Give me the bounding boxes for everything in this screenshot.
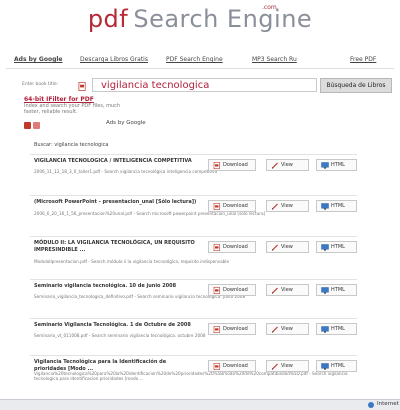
- view-button[interactable]: View: [266, 159, 309, 171]
- html-button[interactable]: HTML: [316, 241, 357, 253]
- view-button-label: View: [281, 244, 293, 250]
- monitor-icon: [321, 326, 329, 333]
- view-button-label: View: [281, 287, 293, 293]
- pdf-icon: [213, 287, 220, 294]
- ad-next-icon[interactable]: [33, 122, 40, 129]
- monitor-icon: [321, 203, 329, 210]
- result-meta[interactable]: Vigilancia%20tecnologica%20para%20la%20i…: [34, 371, 354, 381]
- status-text: Internet: [377, 401, 399, 407]
- result-title[interactable]: (Microsoft PowerPoint - presentacion_una…: [34, 199, 198, 206]
- html-button-label: HTML: [331, 326, 345, 332]
- nav-descarga-libros[interactable]: Descarga Libros Gratis: [80, 56, 148, 63]
- view-button[interactable]: View: [266, 360, 309, 372]
- download-button[interactable]: Download: [208, 284, 256, 296]
- ads-by-google-label[interactable]: Ads by Google: [106, 120, 146, 126]
- search-bar: Enter book title: vigilancia tecnologica…: [14, 78, 392, 94]
- pdf-icon: [213, 162, 220, 169]
- html-button[interactable]: HTML: [316, 159, 357, 171]
- result-title[interactable]: VIGILANCIA TECNOLOGICA / INTELIGENCIA CO…: [34, 158, 198, 165]
- logo-com-text: .com: [262, 4, 277, 11]
- nav-free-pdf[interactable]: Free PDF: [350, 56, 376, 63]
- pencil-icon: [271, 244, 278, 251]
- ad-block: 64-bit IFilter for PDF Index and search …: [24, 96, 174, 115]
- search-query-label: Buscar: vigilancia tecnologica: [34, 142, 109, 148]
- html-button-label: HTML: [331, 287, 345, 293]
- pencil-icon: [271, 287, 278, 294]
- pdf-icon: [213, 244, 220, 251]
- search-label: Enter book title:: [22, 82, 59, 87]
- view-button-label: View: [281, 162, 293, 168]
- download-button[interactable]: Download: [208, 323, 256, 335]
- html-button-label: HTML: [331, 203, 345, 209]
- html-button-label: HTML: [331, 363, 345, 369]
- view-button-label: View: [281, 363, 293, 369]
- download-button-label: Download: [223, 244, 248, 250]
- monitor-icon: [321, 287, 329, 294]
- pdf-icon: [213, 203, 220, 210]
- ad-prev-icon[interactable]: [24, 122, 31, 129]
- nav-mp3-search[interactable]: MP3 Search Ru: [252, 56, 297, 63]
- view-button[interactable]: View: [266, 323, 309, 335]
- result-item: Vigilancia Tecnológica para la Identific…: [30, 355, 357, 397]
- pencil-icon: [271, 162, 278, 169]
- download-button[interactable]: Download: [208, 200, 256, 212]
- top-nav: Ads by Google Descarga Libros Gratis PDF…: [6, 54, 394, 69]
- pdf-icon: [213, 363, 220, 370]
- result-title[interactable]: MÓDULO II: LA VIGILANCIA TECNOLÓGICA, UN…: [34, 240, 198, 253]
- pencil-icon: [271, 326, 278, 333]
- download-button-label: Download: [223, 326, 248, 332]
- logo-pdf-text: pdf: [87, 5, 129, 33]
- download-button[interactable]: Download: [208, 360, 256, 372]
- pdf-icon: [213, 326, 220, 333]
- pencil-icon: [271, 203, 278, 210]
- result-item: Seminario vigilancia tecnológica. 10 de …: [30, 279, 357, 321]
- view-button[interactable]: View: [266, 284, 309, 296]
- html-button[interactable]: HTML: [316, 284, 357, 296]
- html-button[interactable]: HTML: [316, 200, 357, 212]
- ad-icons: [24, 122, 54, 130]
- download-button-label: Download: [223, 287, 248, 293]
- nav-ads-by-google[interactable]: Ads by Google: [14, 56, 62, 63]
- view-button-label: View: [281, 203, 293, 209]
- view-button-label: View: [281, 326, 293, 332]
- html-button-label: HTML: [331, 162, 345, 168]
- download-button-label: Download: [223, 363, 248, 369]
- download-button-label: Download: [223, 162, 248, 168]
- search-input[interactable]: vigilancia tecnologica: [92, 78, 317, 92]
- html-button[interactable]: HTML: [316, 360, 357, 372]
- result-item: MÓDULO II: LA VIGILANCIA TECNOLÓGICA, UN…: [30, 236, 357, 278]
- download-button[interactable]: Download: [208, 241, 256, 253]
- monitor-icon: [321, 244, 329, 251]
- monitor-icon: [321, 363, 329, 370]
- pencil-icon: [271, 363, 278, 370]
- html-button[interactable]: HTML: [316, 323, 357, 335]
- result-title[interactable]: Seminario vigilancia tecnológica. 10 de …: [34, 283, 198, 290]
- view-button[interactable]: View: [266, 241, 309, 253]
- view-button[interactable]: View: [266, 200, 309, 212]
- result-meta[interactable]: ModuloIIpresentacion.pdf - Search módulo…: [34, 259, 229, 264]
- download-button[interactable]: Download: [208, 159, 256, 171]
- download-button-label: Download: [223, 203, 248, 209]
- internet-zone-icon: [368, 402, 374, 408]
- result-item: (Microsoft PowerPoint - presentacion_una…: [30, 195, 357, 237]
- search-books-button[interactable]: Búsqueda de Libros: [320, 78, 392, 93]
- pdf-icon: [78, 82, 86, 91]
- result-meta[interactable]: Seminario_vt_011008.pdf - Search seminar…: [34, 333, 205, 338]
- browser-status-bar: Internet: [0, 399, 400, 410]
- ad-text-line: faster, reliable result.: [24, 109, 78, 115]
- result-item: VIGILANCIA TECNOLOGICA / INTELIGENCIA CO…: [30, 154, 357, 196]
- ad-title-link[interactable]: 64-bit IFilter for PDF: [24, 96, 174, 103]
- result-item: Seminario Vigilancia Tecnológica. 1 de O…: [30, 318, 357, 360]
- result-title[interactable]: Seminario Vigilancia Tecnológica. 1 de O…: [34, 322, 198, 329]
- html-button-label: HTML: [331, 244, 345, 250]
- nav-pdf-search-engine[interactable]: PDF Search Engine: [166, 56, 223, 63]
- site-logo[interactable]: pdf Search Engine: [0, 5, 400, 37]
- logo-search-engine-text: Search Engine: [133, 5, 313, 33]
- result-meta[interactable]: 2006_11_12_18_3_0_taller1.pdf - Search v…: [34, 169, 217, 174]
- monitor-icon: [321, 162, 329, 169]
